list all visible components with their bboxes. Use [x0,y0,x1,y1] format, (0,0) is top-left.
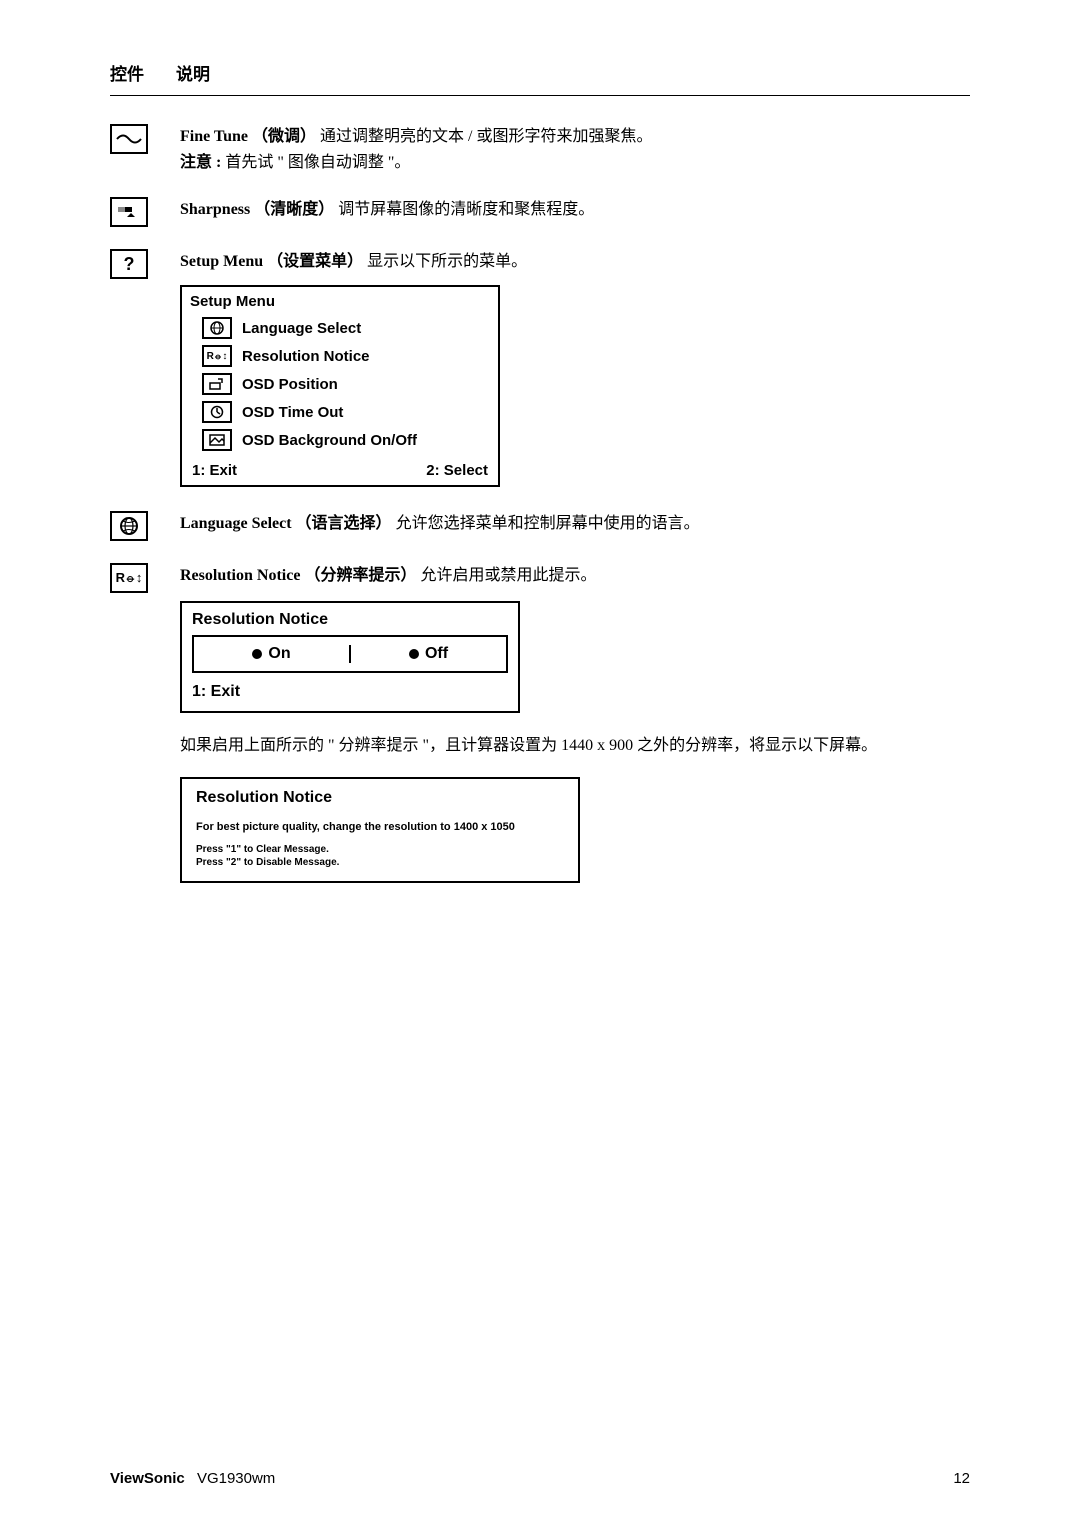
radio-dot-icon [409,649,419,659]
globe-icon [202,317,232,339]
res-inner: On Off [192,635,508,673]
menu-label: Language Select [242,320,361,337]
popup-title: Resolution Notice [196,789,564,807]
resolution-notice-box: Resolution Notice On Off 1: Exit [180,601,520,713]
divider [110,95,970,96]
fine-tune-desc: 通过调整明亮的文本 / 或图形字符来加强聚焦。 [320,128,652,145]
icon-col [110,197,180,227]
text-col: Sharpness （清晰度） 调节屏幕图像的清晰度和聚焦程度。 [180,197,970,223]
col-description: 说明 [176,60,210,85]
resolution-icon: R⦵↕ [110,563,148,593]
lang-title-cn: （语言选择） [296,515,392,532]
sharpness-desc: 调节屏幕图像的清晰度和聚焦程度。 [338,201,594,218]
menu-item: OSD Position [182,370,498,398]
page-number: 12 [953,1470,970,1487]
menu-item: Language Select [182,314,498,342]
footer-left: ViewSonic VG1930wm [110,1470,275,1487]
menu-item: OSD Background On/Off [182,426,498,454]
icon-col: ? [110,249,180,279]
clock-icon [202,401,232,423]
icon-col [110,511,180,541]
text-col: Setup Menu （设置菜单） 显示以下所示的菜单。 [180,249,970,275]
resolution-notice-popup: Resolution Notice For best picture quali… [180,777,580,883]
res-title-cn: （分辨率提示） [304,567,416,584]
res-box-title: Resolution Notice [182,603,518,635]
background-icon [202,429,232,451]
res-off-label: Off [425,645,448,663]
brand: ViewSonic [110,1470,185,1487]
fine-tune-icon [110,124,148,154]
setup-title: Setup Menu [180,253,263,270]
lang-title: Language Select [180,515,292,532]
setup-title-cn: （设置菜单） [267,253,363,270]
menu-label: OSD Background On/Off [242,432,417,449]
icon-col [110,124,180,154]
setup-menu-box: Setup Menu Language Select R⦵↕ Resolutio… [180,285,500,487]
question-icon: ? [110,249,148,279]
sharpness-title-cn: （清晰度） [254,201,334,218]
popup-l2: Press "2" to Disable Message. [196,856,564,869]
res-on-option: On [194,645,351,663]
note-label: 注意 : [180,154,221,171]
menu-item: R⦵↕ Resolution Notice [182,342,498,370]
menu-label: Resolution Notice [242,348,370,365]
res-exit: 1: Exit [182,673,518,711]
resolution-icon: R⦵↕ [202,345,232,367]
res-on-label: On [268,645,290,663]
menu-item: OSD Time Out [182,398,498,426]
entry-setup-menu: ? Setup Menu （设置菜单） 显示以下所示的菜单。 [110,249,970,279]
res-para: 如果启用上面所示的 " 分辨率提示 "，且计算器设置为 1440 x 900 之… [180,733,970,759]
popup-l1: Press "1" to Clear Message. [196,843,564,856]
position-icon [202,373,232,395]
menu-footer: 1: Exit 2: Select [182,458,498,485]
entry-language-select: Language Select （语言选择） 允许您选择菜单和控制屏幕中使用的语… [110,511,970,541]
menu-select: 2: Select [426,462,488,479]
radio-dot-icon [252,649,262,659]
fine-tune-title-cn: （微调） [252,128,316,145]
note-text: 首先试 " 图像自动调整 "。 [225,154,410,171]
res-desc: 允许启用或禁用此提示。 [420,567,596,584]
icon-col: R⦵↕ [110,563,180,593]
model: VG1930wm [197,1470,275,1487]
menu-exit: 1: Exit [192,462,237,479]
menu-label: OSD Position [242,376,338,393]
table-header: 控件 说明 [110,60,970,85]
sharpness-icon [110,197,148,227]
fine-tune-title: Fine Tune [180,128,248,145]
page-footer: ViewSonic VG1930wm 12 [110,1470,970,1487]
entry-fine-tune: Fine Tune （微调） 通过调整明亮的文本 / 或图形字符来加强聚焦。 注… [110,124,970,175]
globe-icon [110,511,148,541]
menu-label: OSD Time Out [242,404,343,421]
popup-line: For best picture quality, change the res… [196,821,564,833]
text-col: Resolution Notice （分辨率提示） 允许启用或禁用此提示。 [180,563,970,589]
menu-box-title: Setup Menu [182,287,498,314]
entry-resolution-notice: R⦵↕ Resolution Notice （分辨率提示） 允许启用或禁用此提示… [110,563,970,593]
setup-desc: 显示以下所示的菜单。 [367,253,527,270]
col-control: 控件 [110,60,144,85]
text-col: Language Select （语言选择） 允许您选择菜单和控制屏幕中使用的语… [180,511,970,537]
entry-sharpness: Sharpness （清晰度） 调节屏幕图像的清晰度和聚焦程度。 [110,197,970,227]
text-col: Fine Tune （微调） 通过调整明亮的文本 / 或图形字符来加强聚焦。 注… [180,124,970,175]
sharpness-title: Sharpness [180,201,250,218]
res-title: Resolution Notice [180,567,300,584]
res-off-option: Off [351,645,506,663]
lang-desc: 允许您选择菜单和控制屏幕中使用的语言。 [396,515,700,532]
